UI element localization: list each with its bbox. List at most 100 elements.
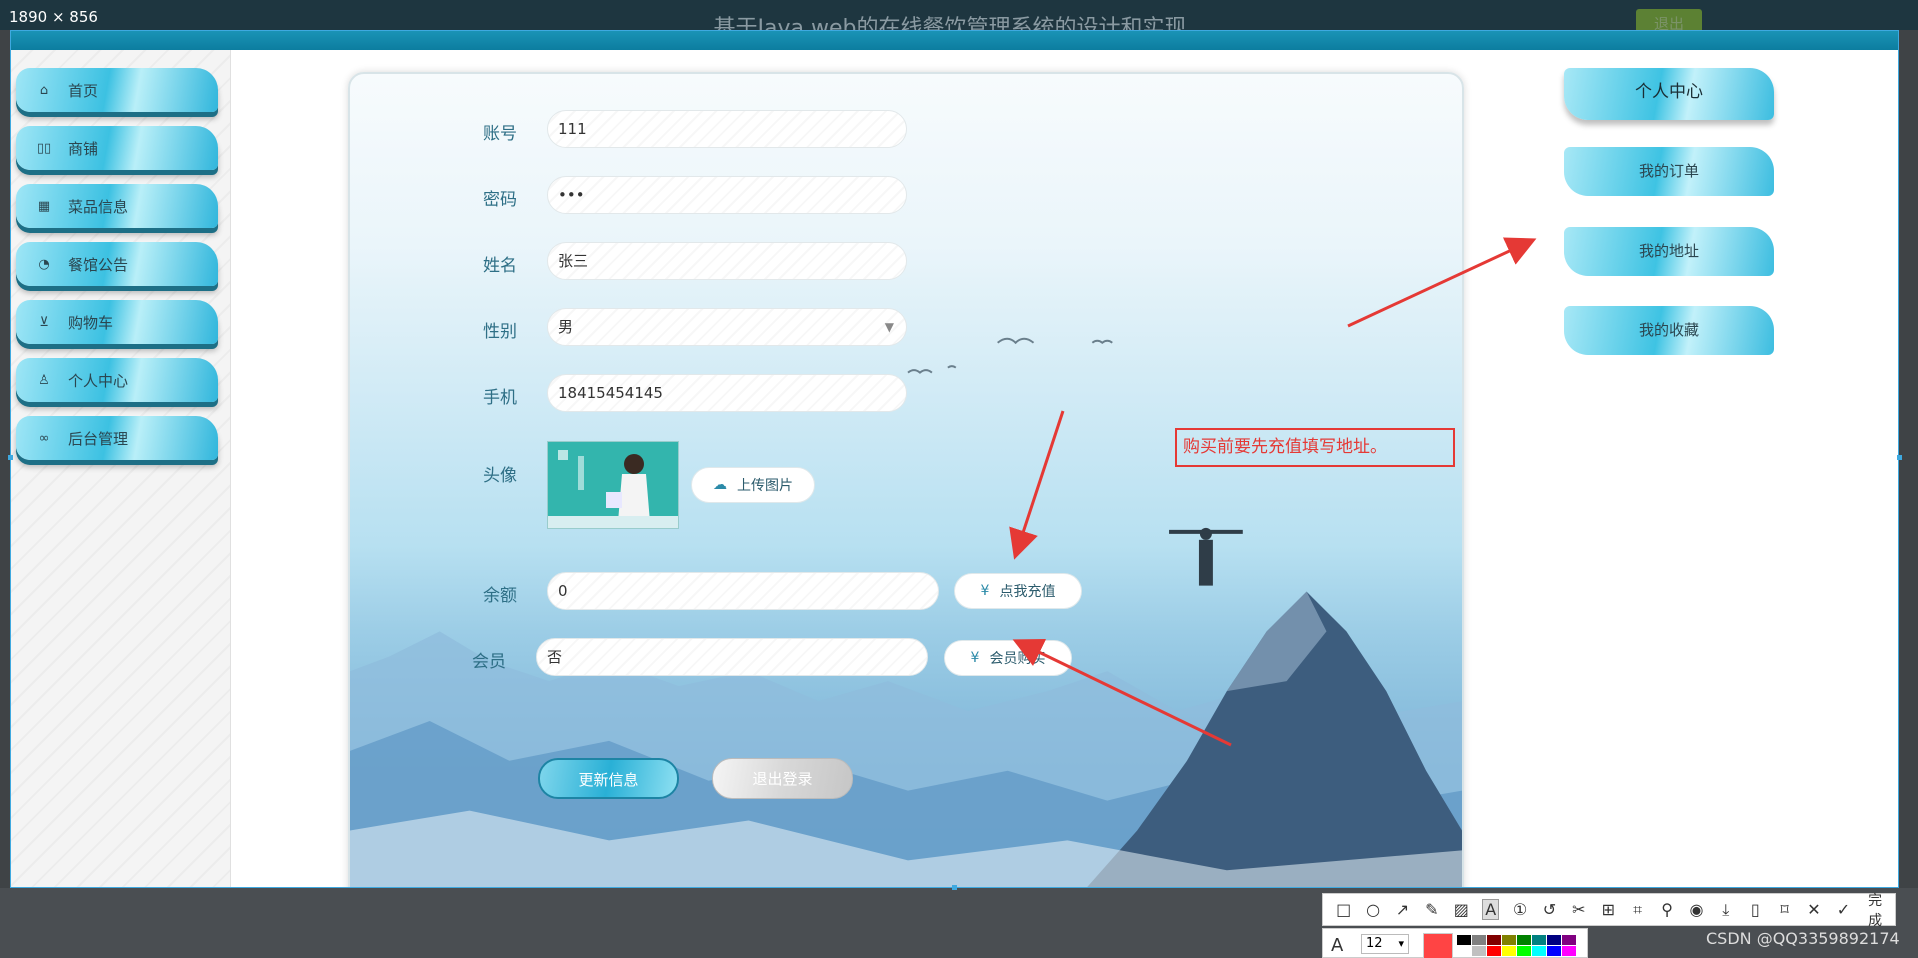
color-swatch[interactable] [1517,935,1531,945]
selection-handle[interactable] [1897,455,1902,460]
name-field[interactable]: 张三 [547,242,907,280]
arrow-tool-icon[interactable]: ↗ [1394,900,1411,919]
avatar-image [547,441,679,529]
color-swatch[interactable] [1562,935,1576,945]
check-icon[interactable]: ✓ [1835,900,1852,919]
pin-icon[interactable]: ⚲ [1658,900,1675,919]
sidebar-item-label: 个人中心 [68,371,129,390]
color-swatch[interactable] [1457,935,1471,945]
personal-center-title[interactable]: 个人中心 [1564,68,1774,120]
number-tool-icon[interactable]: ① [1511,900,1528,919]
upload-image-button[interactable]: ☁ 上传图片 [691,467,815,503]
sidebar-item-home[interactable]: ⌂ 首页 [16,68,218,112]
watermark: CSDN @QQ3359892174 [1706,929,1900,948]
link-icon: ∞ [38,430,50,446]
member-purchase-label: 会员购买 [989,651,1046,667]
snip-toolbar: □ ○ ↗ ✎ ▨ A ① ↺ ✂ ⊞ ⌗ ⚲ ◉ ⤓ ▯ ⌑ ✕ ✓ 完成 [1322,893,1896,929]
home-icon: ⌂ [39,82,49,98]
bookmark-icon[interactable]: ⌑ [1776,900,1793,919]
account-label: 账号 [483,124,517,144]
account-field[interactable]: 111 [547,110,907,148]
chevron-down-icon: ▼ [884,320,894,334]
phone-icon[interactable]: ▯ [1747,900,1764,919]
selection-handle[interactable] [8,455,13,460]
rectangle-tool-icon[interactable]: □ [1335,900,1352,919]
color-swatch[interactable] [1532,946,1546,956]
sidebar-item-admin[interactable]: ∞ 后台管理 [16,416,218,460]
shop-icon: ▯▯ [36,140,52,156]
text-style-bar: A 12 [1322,928,1588,958]
color-swatch[interactable] [1517,946,1531,956]
password-label: 密码 [483,190,517,210]
font-icon: A [1331,935,1344,956]
password-field[interactable]: ••• [547,176,907,214]
current-color-swatch[interactable] [1423,933,1453,958]
record-icon[interactable]: ◉ [1688,900,1705,919]
done-button[interactable]: 完成 [1868,890,1895,930]
sidebar-item-profile[interactable]: ♙ 个人中心 [16,358,218,402]
app-window: ⌂ 首页 ▯▯ 商铺 ▦ 菜品信息 ◔ 餐馆公告 ⊻ 购物车 ♙ 个人中心 ∞ … [10,30,1899,888]
scissors-icon[interactable]: ✂ [1570,900,1587,919]
my-favorites-button[interactable]: 我的收藏 [1564,306,1774,355]
gender-label: 性别 [483,322,517,342]
scroll-capture-icon[interactable]: ⌗ [1629,900,1646,920]
sidebar-item-label: 后台管理 [68,429,129,448]
member-field[interactable]: 否 [536,638,928,676]
color-swatch[interactable] [1472,946,1486,956]
name-label: 姓名 [483,256,517,276]
member-purchase-button[interactable]: ¥ 会员购买 [944,640,1072,676]
my-address-button[interactable]: 我的地址 [1564,227,1774,276]
phone-label: 手机 [483,388,517,408]
pen-tool-icon[interactable]: ✎ [1423,900,1440,919]
text-tool-icon[interactable]: A [1481,899,1500,920]
avatar-picture [548,442,678,528]
color-swatch[interactable] [1547,946,1561,956]
sidebar-item-notices[interactable]: ◔ 餐馆公告 [16,242,218,286]
annotation-text: 购买前要先充值填写地址。 [1183,437,1387,457]
color-swatch[interactable] [1457,946,1471,956]
color-swatch[interactable] [1502,946,1516,956]
undo-icon[interactable]: ↺ [1541,900,1558,919]
yen-icon: ¥ [970,650,980,666]
ocr-icon[interactable]: ⊞ [1600,900,1617,919]
update-info-button[interactable]: 更新信息 [538,758,679,799]
download-icon[interactable]: ⤓ [1717,900,1734,920]
header-bar [11,31,1898,50]
gender-select[interactable]: 男 ▼ [547,308,907,346]
mosaic-tool-icon[interactable]: ▨ [1453,900,1470,919]
sidebar-item-cart[interactable]: ⊻ 购物车 [16,300,218,344]
color-swatch[interactable] [1502,935,1516,945]
profile-card: 账号 111 密码 ••• 姓名 张三 性别 男 ▼ 手机 1841545414… [348,72,1464,887]
font-size-select[interactable]: 12 [1361,934,1409,954]
my-orders-button[interactable]: 我的订单 [1564,147,1774,196]
ellipse-tool-icon[interactable]: ○ [1364,900,1381,919]
cart-icon: ⊻ [39,314,49,330]
sidebar-item-shop[interactable]: ▯▯ 商铺 [16,126,218,170]
sidebar-item-dishes[interactable]: ▦ 菜品信息 [16,184,218,228]
sidebar-item-label: 购物车 [68,313,114,332]
color-swatch[interactable] [1532,935,1546,945]
notice-icon: ◔ [38,256,50,272]
selection-handle[interactable] [952,885,957,890]
color-swatch[interactable] [1472,935,1486,945]
sidebar-item-label: 餐馆公告 [68,255,129,274]
annotation-text-box[interactable]: 购买前要先充值填写地址。 [1175,428,1455,467]
phone-field[interactable]: 18415454145 [547,374,907,412]
balance-field[interactable]: 0 [547,572,939,610]
color-palette [1457,935,1576,956]
member-label: 会员 [472,652,506,672]
color-swatch[interactable] [1547,935,1561,945]
sidebar-item-label: 商铺 [68,139,99,158]
avatar-label: 头像 [483,466,517,486]
color-swatch[interactable] [1562,946,1576,956]
logout-button[interactable]: 退出登录 [712,758,853,799]
balance-label: 余额 [483,586,517,606]
recharge-button[interactable]: ¥ 点我充值 [954,573,1082,609]
color-swatch[interactable] [1487,946,1501,956]
sidebar: ⌂ 首页 ▯▯ 商铺 ▦ 菜品信息 ◔ 餐馆公告 ⊻ 购物车 ♙ 个人中心 ∞ … [11,50,231,887]
close-icon[interactable]: ✕ [1805,900,1822,919]
dish-icon: ▦ [37,198,51,214]
color-swatch[interactable] [1487,935,1501,945]
recharge-label: 点我充值 [999,584,1056,600]
gender-value: 男 [558,318,574,336]
